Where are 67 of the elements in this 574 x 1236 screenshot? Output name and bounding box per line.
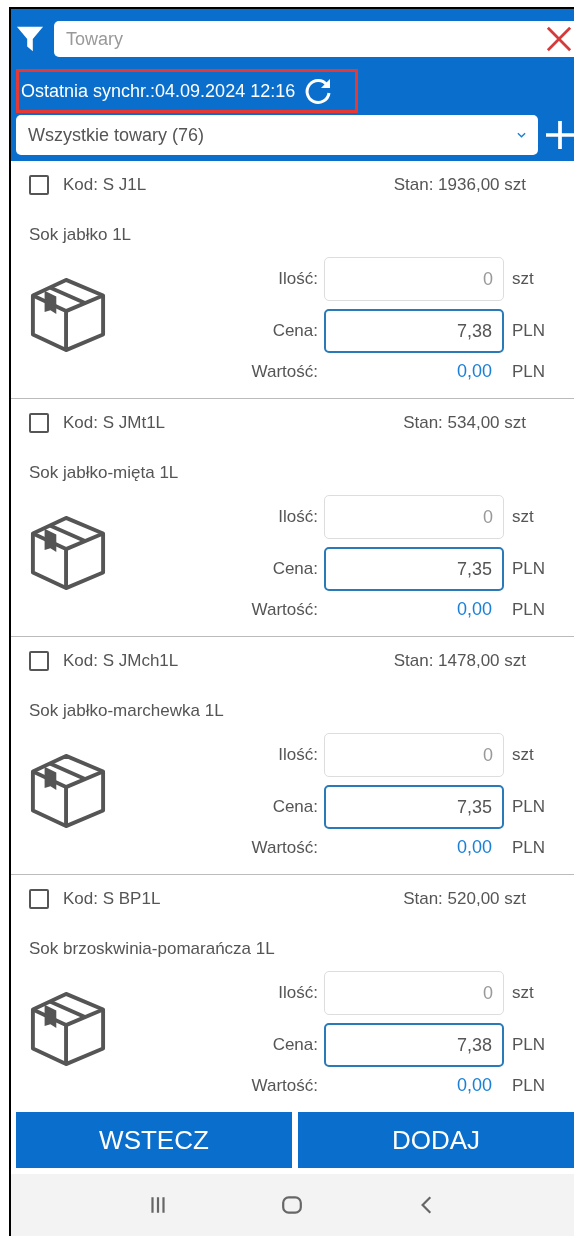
- stock-text: Stan: 534,00 szt: [403, 413, 526, 433]
- product-name: Sok jabłko-marchewka 1L: [29, 701, 225, 721]
- quantity-label: Ilość:: [277, 507, 318, 527]
- price-field[interactable]: 7,35: [324, 785, 504, 829]
- currency-text: PLN: [511, 797, 547, 817]
- quantity-field[interactable]: 0: [324, 495, 504, 539]
- quantity-label: Ilość:: [277, 983, 318, 1003]
- product-name: Sok brzoskwinia-pomarańcza 1L: [29, 939, 276, 959]
- checkbox[interactable]: [29, 175, 49, 195]
- value-label: Wartość:: [251, 837, 318, 858]
- checkbox[interactable]: [29, 651, 49, 671]
- box-icon: [29, 752, 107, 830]
- currency-text: PLN: [511, 361, 547, 382]
- last-sync-text: Ostatnia synchr.:04.09.2024 12:16: [21, 80, 296, 102]
- price-field[interactable]: 7,35: [324, 547, 504, 591]
- stock-text: Stan: 520,00 szt: [403, 889, 526, 909]
- value-label: Wartość:: [251, 599, 318, 620]
- price-label: Cena:: [271, 797, 318, 817]
- search-field[interactable]: Towary: [64, 27, 546, 51]
- action-button[interactable]: WSTECZ: [16, 1112, 292, 1168]
- search-box[interactable]: Towary: [54, 21, 574, 57]
- unit-text: szt: [511, 983, 535, 1003]
- price-label: Cena:: [271, 1035, 318, 1055]
- currency-text: PLN: [511, 559, 547, 579]
- quantity-field[interactable]: 0: [324, 257, 504, 301]
- close-icon[interactable]: [546, 26, 572, 52]
- quantity-label: Ilość:: [277, 745, 318, 765]
- price-field[interactable]: 7,38: [324, 1023, 504, 1067]
- product-code: Kod: S JMch1L: [63, 651, 179, 671]
- currency-text: PLN: [511, 1075, 547, 1096]
- value-text: 0,00: [455, 361, 493, 382]
- stock-text: Stan: 1478,00 szt: [393, 651, 526, 671]
- product-name: Sok jabłko 1L: [29, 225, 133, 245]
- chevron-down-icon: [517, 132, 526, 138]
- product-name: Sok jabłko-mięta 1L: [29, 463, 180, 483]
- currency-text: PLN: [511, 321, 547, 341]
- currency-text: PLN: [511, 1035, 547, 1055]
- add-icon[interactable]: [546, 120, 574, 150]
- unit-text: szt: [511, 745, 535, 765]
- box-icon: [29, 514, 107, 592]
- home-icon[interactable]: [281, 1194, 304, 1216]
- price-field[interactable]: 7,38: [324, 309, 504, 353]
- value-label: Wartość:: [251, 1075, 318, 1096]
- product-code: Kod: S J1L: [63, 175, 147, 195]
- unit-text: szt: [511, 269, 535, 289]
- value-text: 0,00: [455, 1075, 493, 1096]
- value-text: 0,00: [455, 837, 493, 858]
- stock-text: Stan: 1936,00 szt: [393, 175, 526, 195]
- checkbox[interactable]: [29, 889, 49, 909]
- price-label: Cena:: [271, 321, 318, 341]
- checkbox[interactable]: [29, 413, 49, 433]
- quantity-field[interactable]: 0: [324, 971, 504, 1015]
- category-dropdown[interactable]: Wszystkie towary (76): [16, 115, 538, 155]
- currency-text: PLN: [511, 837, 547, 858]
- price-label: Cena:: [271, 559, 318, 579]
- unit-text: szt: [511, 507, 535, 527]
- quantity-label: Ilość:: [277, 269, 318, 289]
- box-icon: [29, 990, 107, 1068]
- product-code: Kod: S BP1L: [63, 889, 161, 909]
- box-icon: [29, 276, 107, 354]
- value-label: Wartość:: [251, 361, 318, 382]
- product-code: Kod: S JMt1L: [63, 413, 166, 433]
- action-button[interactable]: DODAJ: [298, 1112, 574, 1168]
- quantity-field[interactable]: 0: [324, 733, 504, 777]
- currency-text: PLN: [511, 599, 547, 620]
- value-text: 0,00: [455, 599, 493, 620]
- filter-icon[interactable]: [16, 24, 44, 54]
